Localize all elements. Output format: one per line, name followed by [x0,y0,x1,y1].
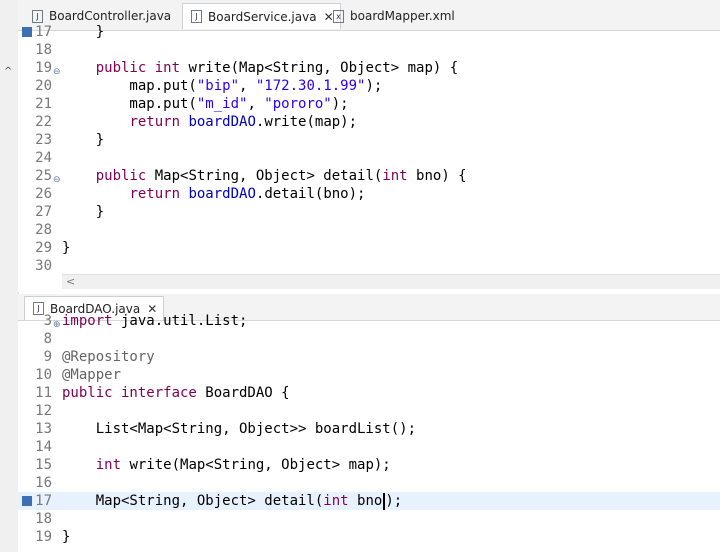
scroll-left-icon[interactable]: < [66,275,75,288]
code-line: 3 ⊕ import java.util.List; [18,312,720,330]
bottom-editor-pane[interactable]: J BoardDAO.java ✕ 3 ⊕ import java.util.Lis… [18,294,720,552]
code-line: 23 } [35,132,105,148]
code-line: 12 [35,403,52,419]
code-line: 16 [35,475,52,491]
code-line: 15 int write(Map<String, Object> map); [35,457,391,473]
code-line: 14 [35,439,52,455]
code-line: 27 } [35,204,105,220]
java-file-icon: J [32,9,43,23]
code-line: 29} [35,240,71,256]
code-line: 22 return boardDAO.write(map); [35,114,358,130]
top-editor-pane[interactable]: J BoardController.java J BoardService.ja… [18,0,720,292]
tab-label: BoardController.java [49,9,172,23]
code-line: 9 @Repository [43,349,155,365]
code-line: 18 [35,42,52,58]
code-line: 20 map.put("bip", "172.30.1.99"); [35,78,383,94]
code-line: 19} [35,529,71,545]
java-file-icon: J [191,10,202,23]
code-line: 19 ⊖ public int write(Map<String, Object>… [18,59,720,77]
code-line: 24 [35,150,52,166]
code-line: 25 ⊖ public Map<String, Object> detail(in… [18,167,720,185]
code-line: 30 [35,258,52,274]
text-caret [383,492,386,510]
code-line: 18 [35,511,52,527]
code-line: 21 map.put("m_id", "pororo"); [35,96,349,112]
code-line: 26 return boardDAO.detail(bno); [35,186,366,202]
left-gutter-strip: ^ [0,0,19,552]
code-line: 13 List<Map<String, Object>> boardList()… [35,421,417,437]
horizontal-scrollbar[interactable]: < [62,274,720,289]
code-line: 28 [35,222,52,238]
code-line: 10 @Mapper [35,367,122,383]
code-line: 17 } [18,23,720,41]
code-line: 8 [43,331,52,347]
tab-label: boardMapper.xml [350,9,455,23]
collapse-arrow-icon[interactable]: ^ [4,66,12,77]
code-line: 11 public interface BoardDAO { [35,385,290,401]
current-code-line: 17 Map<String, Object> detail(int bno); [18,492,720,510]
tab-label: BoardService.java [208,9,317,24]
xml-file-icon: x [333,9,344,23]
